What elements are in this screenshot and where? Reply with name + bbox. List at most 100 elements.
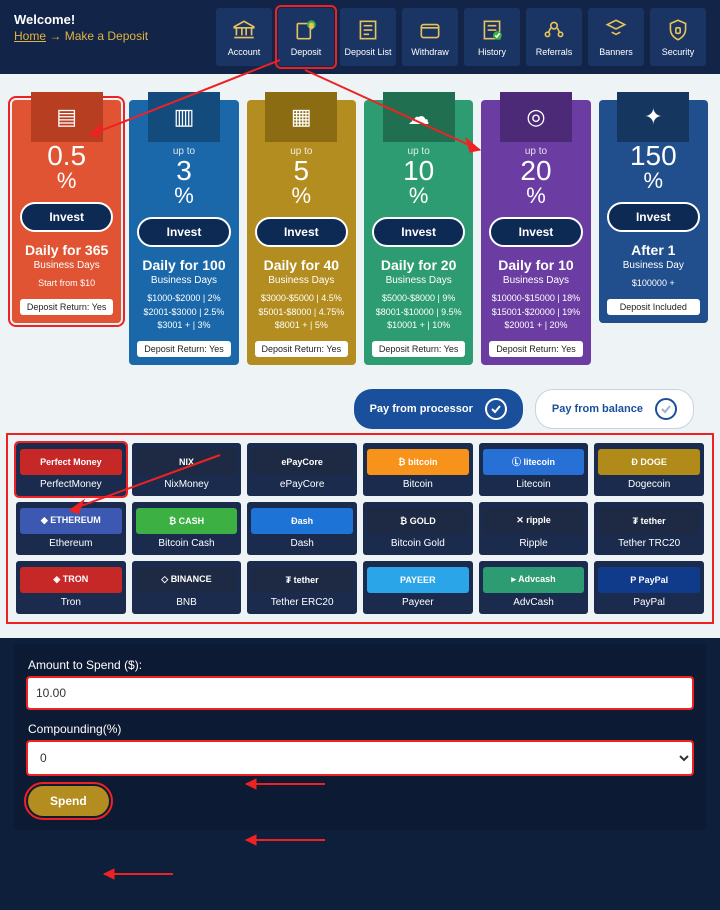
coins-in-icon: $ bbox=[292, 17, 320, 43]
tab-pay-processor[interactable]: Pay from processor bbox=[354, 389, 523, 429]
plan-title: Daily for 100 bbox=[142, 257, 225, 273]
plan-deposit-return: Deposit Return: Yes bbox=[489, 341, 582, 357]
processor-bitcoin-gold[interactable]: ₿ GOLDBitcoin Gold bbox=[363, 502, 473, 555]
compounding-select[interactable]: 0 bbox=[28, 742, 692, 774]
plan-card-5: ✦150%InvestAfter 1Business Day$100000 +D… bbox=[599, 100, 708, 323]
processor-label: Tether ERC20 bbox=[271, 597, 334, 608]
processor-logo: PAYEER bbox=[367, 567, 469, 593]
nav-account[interactable]: Account bbox=[216, 8, 272, 66]
plan-deposit-return: Deposit Return: Yes bbox=[20, 299, 113, 315]
processor-litecoin[interactable]: Ⓛ litecoinLitecoin bbox=[479, 443, 589, 496]
invest-button[interactable]: Invest bbox=[607, 202, 700, 232]
processor-label: Ripple bbox=[519, 538, 547, 549]
processor-label: PerfectMoney bbox=[40, 479, 102, 490]
plan-subtitle: Business Days bbox=[151, 275, 217, 286]
plan-title: Daily for 365 bbox=[25, 242, 108, 258]
plan-deposit-return: Deposit Return: Yes bbox=[137, 341, 230, 357]
nav-banners[interactable]: Banners bbox=[588, 8, 644, 66]
plan-card-3: ☁up to10%InvestDaily for 20Business Days… bbox=[364, 100, 473, 365]
processor-nixmoney[interactable]: NIXNixMoney bbox=[132, 443, 242, 496]
processor-payeer[interactable]: PAYEERPayeer bbox=[363, 561, 473, 614]
plan-subtitle: Business Days bbox=[386, 275, 452, 286]
processor-grid: Perfect MoneyPerfectMoneyNIXNixMoneyePay… bbox=[12, 439, 708, 618]
processor-tron[interactable]: ◈ TRONTron bbox=[16, 561, 126, 614]
processor-perfectmoney[interactable]: Perfect Money PerfectMoney bbox=[16, 443, 126, 496]
processor-epaycore[interactable]: ePayCoreePayCore bbox=[247, 443, 357, 496]
processor-bitcoin[interactable]: ₿ bitcoinBitcoin bbox=[363, 443, 473, 496]
plan-deposit-return: Deposit Included bbox=[607, 299, 700, 315]
tab-label: Pay from processor bbox=[370, 403, 473, 415]
nav-deposit-list[interactable]: Deposit List bbox=[340, 8, 396, 66]
processor-tether-erc20[interactable]: ₮ tetherTether ERC20 bbox=[247, 561, 357, 614]
plan-title: Daily for 20 bbox=[381, 257, 456, 273]
breadcrumb-home[interactable]: Home bbox=[14, 29, 46, 43]
nav-label: Security bbox=[662, 47, 695, 57]
plan-rate: 20% bbox=[520, 157, 551, 207]
invest-button[interactable]: Invest bbox=[489, 217, 582, 247]
processor-label: Bitcoin Gold bbox=[391, 538, 445, 549]
wallet-icon bbox=[416, 17, 444, 43]
processor-label: Bitcoin Cash bbox=[158, 538, 214, 549]
check-icon bbox=[655, 398, 677, 420]
shield-icon bbox=[664, 17, 692, 43]
plan-icon: ☁ bbox=[383, 92, 455, 142]
processor-paypal[interactable]: P PayPalPayPal bbox=[594, 561, 704, 614]
check-icon bbox=[485, 398, 507, 420]
plan-card-4: ◎up to20%InvestDaily for 10Business Days… bbox=[481, 100, 590, 365]
breadcrumb-arrow: → bbox=[49, 29, 61, 43]
nav-label: Deposit bbox=[291, 47, 322, 57]
processor-logo: Perfect Money bbox=[20, 449, 122, 475]
plan-upto: up to bbox=[525, 146, 547, 157]
invest-button[interactable]: Invest bbox=[255, 217, 348, 247]
processor-label: ePayCore bbox=[280, 479, 324, 490]
plan-card-0: ▤0.5%InvestDaily for 365Business DaysSta… bbox=[12, 100, 121, 323]
plan-deposit-return: Deposit Return: Yes bbox=[255, 341, 348, 357]
welcome-block: Welcome! Home → Make a Deposit bbox=[14, 8, 174, 43]
processor-logo: P PayPal bbox=[598, 567, 700, 593]
main-nav: Account $ Deposit Deposit List Withdraw … bbox=[184, 8, 706, 66]
processor-tether-trc20[interactable]: ₮ tetherTether TRC20 bbox=[594, 502, 704, 555]
nav-history[interactable]: History bbox=[464, 8, 520, 66]
plan-tiers: $100000 + bbox=[632, 277, 675, 291]
processor-logo: Ⓛ litecoin bbox=[483, 449, 585, 475]
nav-withdraw[interactable]: Withdraw bbox=[402, 8, 458, 66]
invest-button[interactable]: Invest bbox=[20, 202, 113, 232]
processor-bitcoin-cash[interactable]: ₿ CASH Bitcoin Cash bbox=[132, 502, 242, 555]
processor-logo: ▸ Advcash bbox=[483, 567, 585, 593]
nav-deposit[interactable]: $ Deposit bbox=[278, 8, 334, 66]
welcome-text: Welcome! bbox=[14, 12, 174, 27]
annotation-arrow bbox=[98, 866, 178, 882]
nav-label: Withdraw bbox=[411, 47, 449, 57]
nav-security[interactable]: Security bbox=[650, 8, 706, 66]
nav-referrals[interactable]: Referrals bbox=[526, 8, 582, 66]
plan-rate: 10% bbox=[403, 157, 434, 207]
spend-button[interactable]: Spend bbox=[28, 786, 109, 816]
amount-input[interactable] bbox=[28, 678, 692, 708]
tab-label: Pay from balance bbox=[552, 403, 643, 415]
plan-rate: 5% bbox=[292, 157, 312, 207]
nav-label: Referrals bbox=[536, 47, 573, 57]
processor-dash[interactable]: ÐashDash bbox=[247, 502, 357, 555]
plan-deposit-return: Deposit Return: Yes bbox=[372, 341, 465, 357]
breadcrumb: Home → Make a Deposit bbox=[14, 29, 174, 43]
plan-upto: up to bbox=[408, 146, 430, 157]
plan-title: Daily for 10 bbox=[498, 257, 573, 273]
plan-tiers: $10000-$15000 | 18%$15001-$20000 | 19%$2… bbox=[492, 292, 580, 333]
invest-button[interactable]: Invest bbox=[372, 217, 465, 247]
plan-tiers: $5000-$8000 | 9%$8001-$10000 | 9.5%$1000… bbox=[376, 292, 462, 333]
processor-ripple[interactable]: ✕ rippleRipple bbox=[479, 502, 589, 555]
processor-label: Bitcoin bbox=[403, 479, 433, 490]
processor-logo: ₿ CASH bbox=[136, 508, 238, 534]
plan-upto: up to bbox=[173, 146, 195, 157]
plan-tiers: $1000-$2000 | 2%$2001-$3000 | 2.5%$3001 … bbox=[144, 292, 225, 333]
invest-button[interactable]: Invest bbox=[137, 217, 230, 247]
tab-pay-balance[interactable]: Pay from balance bbox=[535, 389, 694, 429]
processor-dogecoin[interactable]: Ð DOGEDogecoin bbox=[594, 443, 704, 496]
processor-label: Dash bbox=[290, 538, 313, 549]
processor-logo: NIX bbox=[136, 449, 238, 475]
processor-ethereum[interactable]: ◆ ETHEREUMEthereum bbox=[16, 502, 126, 555]
processor-bnb[interactable]: ◇ BINANCEBNB bbox=[132, 561, 242, 614]
banners-icon bbox=[602, 17, 630, 43]
processor-advcash[interactable]: ▸ AdvcashAdvCash bbox=[479, 561, 589, 614]
plan-subtitle: Business Day bbox=[623, 260, 684, 271]
